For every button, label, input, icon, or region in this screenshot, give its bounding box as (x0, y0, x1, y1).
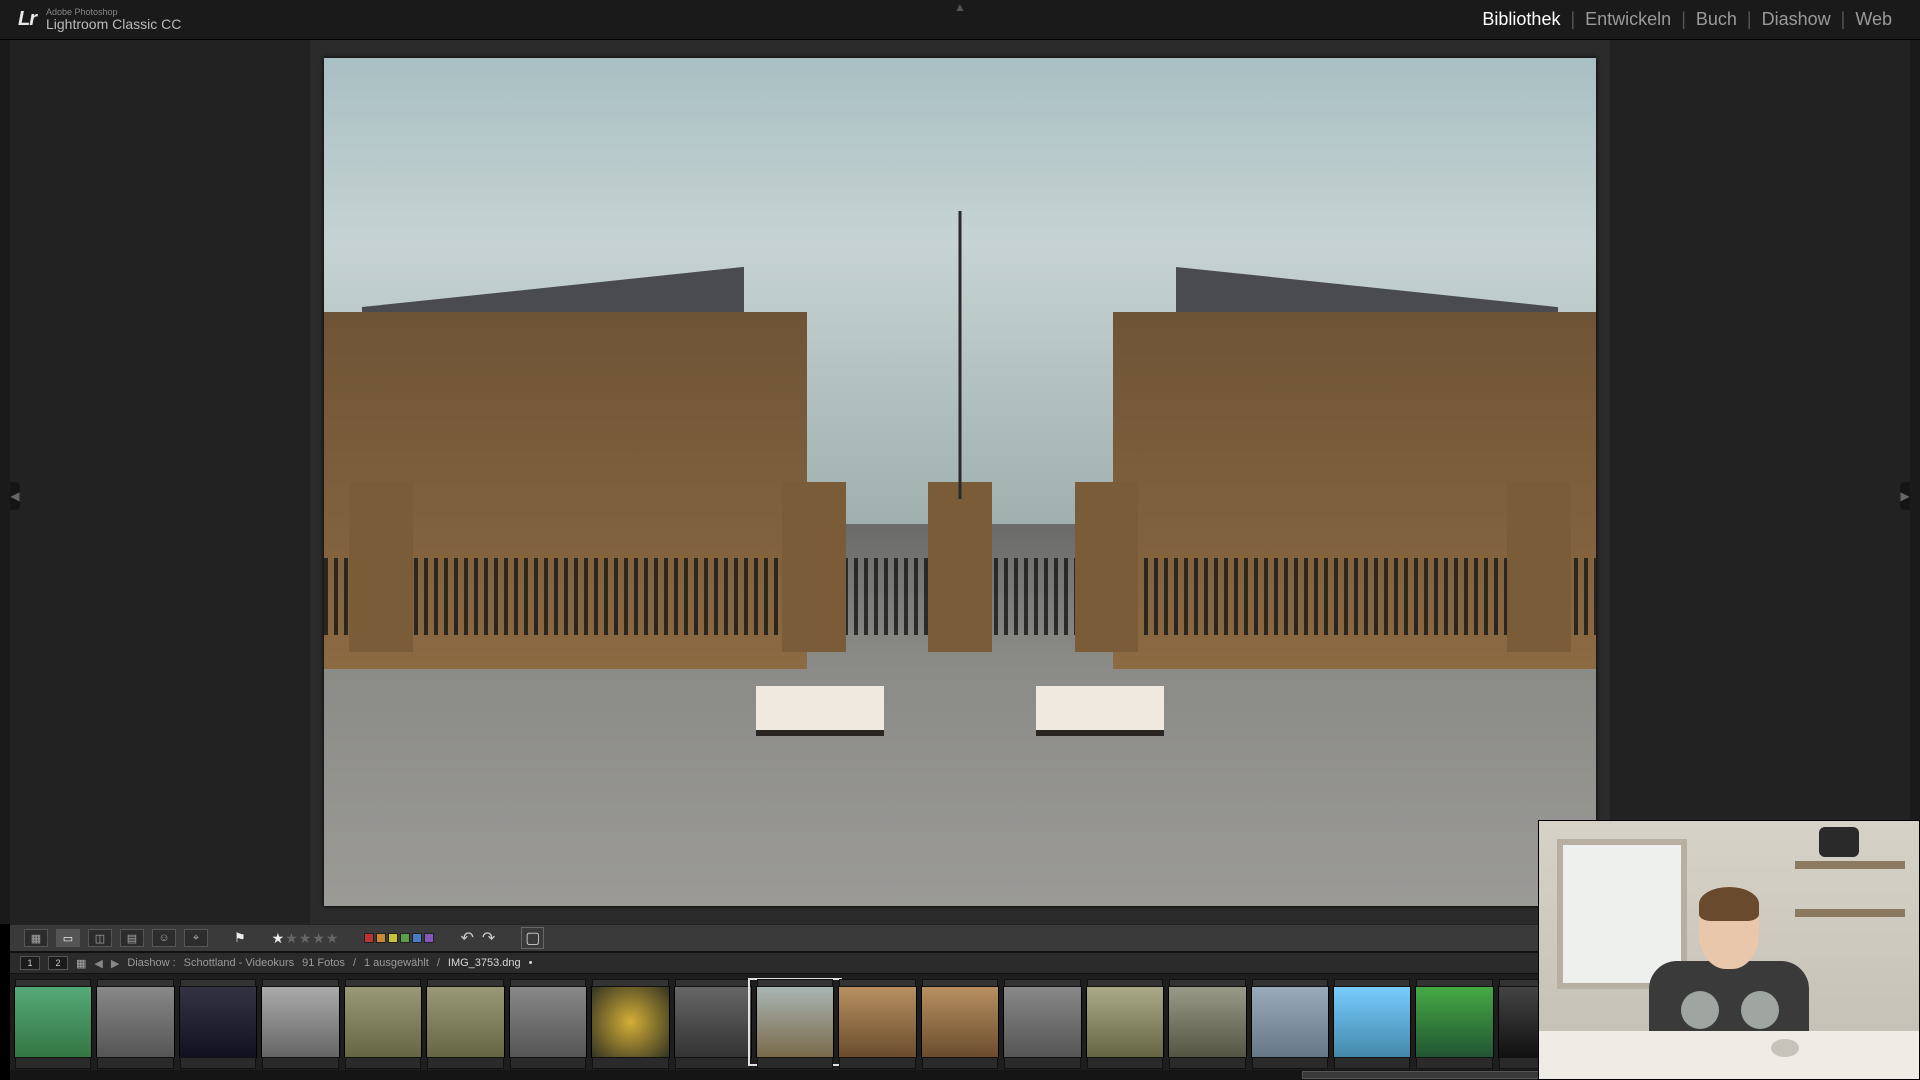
module-diashow[interactable]: Diashow (1752, 9, 1841, 30)
thumbnail[interactable] (838, 986, 916, 1058)
filmstrip-nav-back[interactable]: ◀ (94, 957, 102, 970)
thumbnail[interactable] (426, 986, 504, 1058)
module-buch[interactable]: Buch (1686, 9, 1747, 30)
thumb-badge-icon (163, 1059, 171, 1067)
separator: / (353, 957, 356, 969)
color-label-5[interactable] (424, 933, 434, 943)
thumbnail[interactable] (179, 986, 257, 1058)
view-survey-button[interactable]: ▤ (120, 929, 144, 947)
separator: / (437, 957, 440, 969)
star-2[interactable]: ★ (285, 930, 298, 947)
color-label-3[interactable] (400, 933, 410, 943)
webcam-overlay (1538, 820, 1920, 1080)
work-area: ◀ ▶ (0, 40, 1920, 924)
module-entwickeln[interactable]: Entwickeln (1575, 9, 1681, 30)
thumb-badge-icon (575, 1059, 583, 1067)
rating-stars[interactable]: ★★★★★ (272, 930, 339, 947)
expand-left-panel[interactable]: ◀ (10, 482, 20, 510)
thumb-badge-icon (1399, 1059, 1407, 1067)
brand-product: Lightroom Classic CC (46, 17, 181, 31)
thumb-badge-icon (1317, 1059, 1325, 1067)
view-people-button[interactable]: ☺ (152, 929, 176, 947)
view-grid-button[interactable]: ▦ (24, 929, 48, 947)
star-3[interactable]: ★ (299, 930, 312, 947)
thumbnail[interactable] (1168, 986, 1246, 1058)
expand-right-panel[interactable]: ▶ (1900, 482, 1910, 510)
thumb-badge-icon (658, 1059, 666, 1067)
thumbnail[interactable] (674, 986, 752, 1058)
thumbnail[interactable] (509, 986, 587, 1058)
thumb-badge-icon (987, 1059, 995, 1067)
selected-count: 1 ausgewählt (364, 957, 429, 969)
loupe-stage[interactable] (310, 40, 1610, 924)
thumbnail[interactable] (1251, 986, 1329, 1058)
thumbnail[interactable] (591, 986, 669, 1058)
thumb-badge-icon (493, 1059, 501, 1067)
module-picker: Bibliothek|Entwickeln|Buch|Diashow|Web (1472, 9, 1902, 30)
color-label-0[interactable] (364, 933, 374, 943)
star-1[interactable]: ★ (272, 930, 285, 947)
rotate-left-button[interactable]: ↶ (460, 928, 473, 948)
thumb-badge-icon (328, 1059, 336, 1067)
view-map-button[interactable]: ⌖ (184, 929, 208, 947)
photo-count: 91 Fotos (302, 957, 345, 969)
source-prefix: Diashow : (127, 957, 175, 969)
thumb-badge-icon (1152, 1059, 1160, 1067)
thumb-badge-icon (905, 1059, 913, 1067)
star-5[interactable]: ★ (326, 930, 339, 947)
rotate-right-button[interactable]: ↷ (482, 928, 495, 948)
collection-name[interactable]: Schottland - Videokurs (184, 957, 294, 969)
thumb-badge-icon (80, 1059, 88, 1067)
filmstrip-grid-icon[interactable]: ▦ (76, 957, 86, 970)
thumbnail[interactable] (261, 986, 339, 1058)
modified-indicator: • (529, 957, 533, 969)
thumb-badge-icon (740, 1059, 748, 1067)
main-photo[interactable] (324, 58, 1596, 906)
module-bibliothek[interactable]: Bibliothek (1472, 9, 1570, 30)
thumbnail[interactable] (14, 986, 92, 1058)
app-logo: Lr (18, 8, 36, 31)
color-label-1[interactable] (376, 933, 386, 943)
view-compare-button[interactable]: ◫ (88, 929, 112, 947)
thumbnail[interactable] (921, 986, 999, 1058)
color-label-swatches[interactable] (364, 933, 434, 943)
thumbnail[interactable] (1086, 986, 1164, 1058)
thumbnail[interactable] (1415, 986, 1493, 1058)
thumb-badge-icon (1482, 1059, 1490, 1067)
star-4[interactable]: ★ (312, 930, 325, 947)
thumbnail[interactable] (1333, 986, 1411, 1058)
thumb-badge-icon (410, 1059, 418, 1067)
view-loupe-button[interactable]: ▭ (56, 929, 80, 947)
thumbnail[interactable] (1003, 986, 1081, 1058)
thumbnail[interactable] (344, 986, 422, 1058)
thumb-badge-icon (1070, 1059, 1078, 1067)
right-panel-collapsed (1610, 40, 1910, 924)
brand-block: Lr Adobe Photoshop Lightroom Classic CC (18, 8, 181, 31)
thumb-badge-icon (245, 1059, 253, 1067)
primary-display-button[interactable]: 1 (20, 956, 40, 970)
slideshow-button[interactable]: ▢ (521, 927, 544, 949)
thumbnail[interactable] (756, 986, 834, 1058)
color-label-2[interactable] (388, 933, 398, 943)
module-web[interactable]: Web (1845, 9, 1902, 30)
flag-pick-icon[interactable]: ⚑ (234, 930, 246, 946)
current-filename: IMG_3753.dng (448, 957, 521, 969)
thumb-badge-icon (1235, 1059, 1243, 1067)
secondary-display-button[interactable]: 2 (48, 956, 68, 970)
thumb-badge-icon (822, 1059, 830, 1067)
app-header: ▲ Lr Adobe Photoshop Lightroom Classic C… (0, 0, 1920, 40)
left-panel-collapsed (10, 40, 310, 924)
thumbnail[interactable] (96, 986, 174, 1058)
color-label-4[interactable] (412, 933, 422, 943)
collapse-top-arrow[interactable]: ▲ (954, 0, 966, 14)
filmstrip-nav-fwd[interactable]: ▶ (111, 957, 119, 970)
